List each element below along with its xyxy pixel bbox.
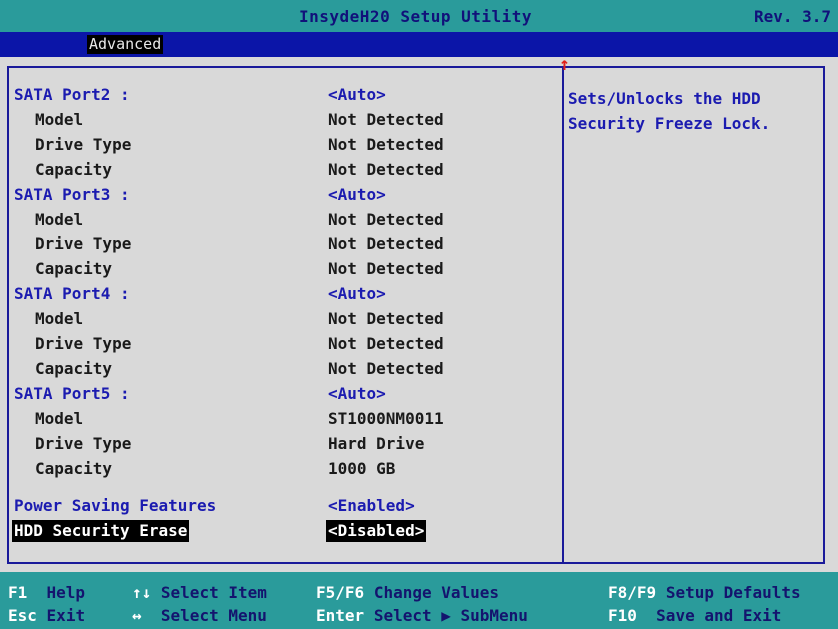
info-row: Drive Type Hard Drive bbox=[0, 433, 560, 455]
info-row: Capacity Not Detected bbox=[0, 159, 560, 181]
info-row: Capacity 1000 GB bbox=[0, 458, 560, 480]
select-item-desc: Select Item bbox=[160, 583, 267, 602]
setting-label: Model bbox=[35, 408, 84, 428]
setting-option[interactable]: <Auto> bbox=[328, 283, 386, 305]
setting-value: Not Detected bbox=[328, 159, 444, 179]
setting-label: Capacity bbox=[35, 358, 113, 378]
setting-label: Power Saving Features bbox=[14, 496, 217, 516]
help-divider bbox=[562, 66, 564, 564]
setting-option[interactable]: <Disabled> bbox=[326, 520, 427, 543]
setting-label: Capacity bbox=[35, 259, 113, 279]
setting-label: SATA Port4 : bbox=[14, 284, 130, 304]
help-text-line2: Security Freeze Lock. bbox=[568, 114, 771, 133]
change-values-desc: Change Values bbox=[373, 583, 500, 602]
help-text-line1: Sets/Unlocks the HDD bbox=[568, 89, 761, 108]
f8-f9-key: F8/F9 bbox=[608, 583, 657, 602]
info-row: Drive Type Not Detected bbox=[0, 233, 560, 255]
footer-save-exit: F10 Save and Exit bbox=[608, 605, 781, 627]
setting-label: Drive Type bbox=[35, 234, 132, 254]
setting-label: Model bbox=[35, 309, 84, 329]
setting-label: Drive Type bbox=[35, 134, 132, 154]
setting-label: HDD Security Erase bbox=[12, 520, 190, 543]
setting-label: Model bbox=[35, 109, 84, 129]
info-row: Capacity Not Detected bbox=[0, 258, 560, 280]
setting-value: 1000 GB bbox=[328, 458, 396, 478]
select-submenu-desc: Select ▶ SubMenu bbox=[373, 606, 528, 625]
left-right-arrows-icon: ↔ bbox=[132, 606, 142, 625]
setting-value: Not Detected bbox=[328, 309, 444, 329]
f1-key: F1 bbox=[8, 583, 28, 602]
exit-desc: Exit bbox=[46, 606, 86, 625]
setting-value: Hard Drive bbox=[328, 433, 425, 453]
setting-value: Not Detected bbox=[328, 358, 444, 378]
setting-row[interactable]: Power Saving Features <Enabled> bbox=[0, 495, 560, 517]
setting-label: SATA Port5 : bbox=[14, 383, 130, 403]
footer-select-item: ↑↓ Select Item bbox=[132, 582, 267, 604]
footer-help: F1 Help bbox=[8, 582, 85, 604]
setting-value: Not Detected bbox=[328, 109, 444, 129]
setting-row[interactable]: SATA Port2 : <Auto> bbox=[0, 84, 560, 106]
save-and-exit-desc: Save and Exit bbox=[656, 606, 782, 625]
tab-advanced[interactable]: Advanced bbox=[87, 35, 164, 54]
f10-key: F10 bbox=[608, 606, 637, 625]
setting-row[interactable]: HDD Security Erase <Disabled> bbox=[0, 520, 560, 543]
setting-row[interactable]: SATA Port5 : <Auto> bbox=[0, 383, 560, 405]
revision-label: Rev. 3.7 bbox=[754, 7, 832, 26]
setting-option[interactable]: <Auto> bbox=[328, 383, 386, 405]
f5-f6-key: F5/F6 bbox=[316, 583, 365, 602]
setting-row[interactable]: SATA Port4 : <Auto> bbox=[0, 283, 560, 305]
setting-label: Capacity bbox=[35, 159, 113, 179]
title-bar: InsydeH20 Setup Utility Rev. 3.7 bbox=[0, 0, 838, 32]
info-row: Capacity Not Detected bbox=[0, 358, 560, 380]
info-row: Drive Type Not Detected bbox=[0, 333, 560, 355]
setting-label: Drive Type bbox=[35, 334, 132, 353]
footer-exit: Esc Exit bbox=[8, 605, 85, 627]
esc-key: Esc bbox=[8, 606, 37, 625]
scroll-up-arrow-icon[interactable]: ↑ bbox=[559, 56, 570, 74]
key-legend-footer: F1 Help ↑↓ Select Item F5/F6 Change Valu… bbox=[0, 572, 838, 629]
setting-option[interactable]: <Auto> bbox=[328, 84, 386, 106]
info-row: Model Not Detected bbox=[0, 209, 560, 231]
enter-key: Enter bbox=[316, 606, 365, 625]
setting-label: Model bbox=[35, 209, 84, 229]
select-menu-desc: Select Menu bbox=[160, 606, 267, 625]
setting-label: Drive Type bbox=[35, 433, 132, 453]
setting-value: Not Detected bbox=[328, 209, 444, 229]
info-row: Model Not Detected bbox=[0, 308, 560, 330]
setting-label: SATA Port3 : bbox=[14, 184, 130, 204]
menu-bar: Advanced bbox=[0, 32, 838, 57]
info-row: Drive Type Not Detected bbox=[0, 134, 560, 156]
footer-setup-defaults: F8/F9 Setup Defaults bbox=[608, 582, 801, 604]
setting-value: Not Detected bbox=[328, 234, 444, 254]
setting-label: Capacity bbox=[35, 458, 113, 478]
help-panel: Sets/Unlocks the HDD Security Freeze Loc… bbox=[568, 86, 818, 136]
footer-enter: Enter Select ▶ SubMenu bbox=[316, 605, 528, 627]
footer-select-menu: ↔ Select Menu bbox=[132, 605, 267, 627]
up-down-arrows-icon: ↑↓ bbox=[132, 583, 152, 602]
setting-value: Not Detected bbox=[328, 259, 444, 279]
setting-value: Not Detected bbox=[328, 134, 444, 154]
f1-desc: Help bbox=[46, 583, 86, 602]
setting-value: Not Detected bbox=[328, 334, 444, 353]
app-title: InsydeH20 Setup Utility bbox=[299, 7, 533, 26]
setting-option[interactable]: <Auto> bbox=[328, 184, 386, 206]
info-row: Model ST1000NM0011 bbox=[0, 408, 560, 430]
footer-change-values: F5/F6 Change Values bbox=[316, 582, 499, 604]
info-row: Model Not Detected bbox=[0, 109, 560, 131]
setting-label: SATA Port2 : bbox=[14, 85, 130, 104]
setting-row[interactable]: SATA Port3 : <Auto> bbox=[0, 184, 560, 206]
setup-defaults-desc: Setup Defaults bbox=[665, 583, 801, 602]
setting-value: ST1000NM0011 bbox=[328, 408, 444, 428]
setting-option[interactable]: <Enabled> bbox=[328, 495, 415, 517]
